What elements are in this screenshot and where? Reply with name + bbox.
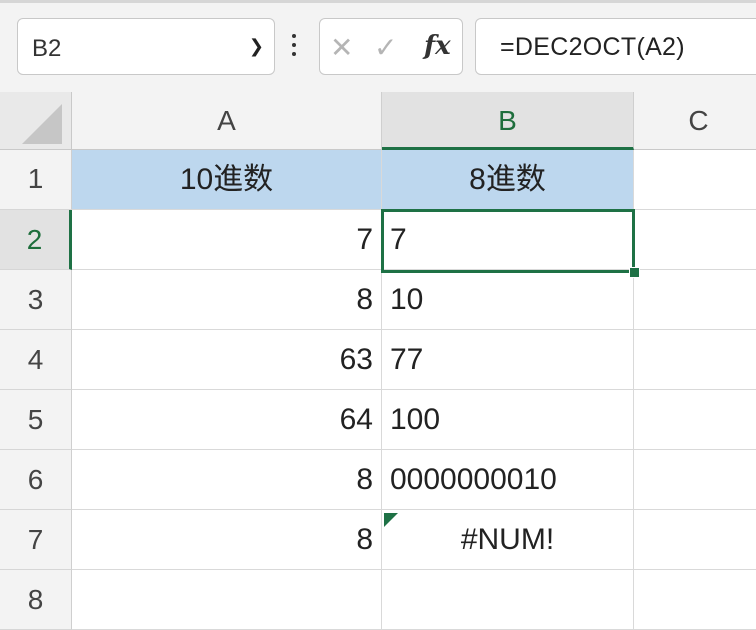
name-box[interactable]: B2 ❯ bbox=[17, 18, 275, 75]
row-header-2[interactable]: 2 bbox=[0, 210, 72, 270]
worksheet-grid: A B C 1 2 3 4 5 6 7 8 10進数 8進数 7 7 8 10 … bbox=[0, 92, 756, 630]
close-icon[interactable]: ✕ bbox=[330, 31, 353, 64]
formula-text[interactable]: =DEC2OCT(A2) bbox=[500, 33, 685, 62]
check-icon[interactable]: ✓ bbox=[374, 31, 397, 64]
cell-c8[interactable] bbox=[634, 570, 756, 630]
row-header-3[interactable]: 3 bbox=[0, 270, 72, 330]
cell-c1[interactable] bbox=[634, 150, 756, 210]
select-all-button[interactable] bbox=[0, 92, 72, 150]
cell-a6[interactable]: 8 bbox=[72, 450, 382, 510]
fill-handle[interactable] bbox=[629, 267, 640, 278]
cell-b5[interactable]: 100 bbox=[382, 390, 634, 450]
cell-c7[interactable] bbox=[634, 510, 756, 570]
cell-a3[interactable]: 8 bbox=[72, 270, 382, 330]
cell-a8[interactable] bbox=[72, 570, 382, 630]
row-header-6[interactable]: 6 bbox=[0, 450, 72, 510]
cell-a4[interactable]: 63 bbox=[72, 330, 382, 390]
cell-c2[interactable] bbox=[634, 210, 756, 270]
formula-bar: B2 ❯ ✕ ✓ fx =DEC2OCT(A2) bbox=[0, 0, 756, 92]
formula-input[interactable]: =DEC2OCT(A2) bbox=[475, 18, 756, 75]
column-header-c[interactable]: C bbox=[634, 92, 756, 150]
cell-a1[interactable]: 10進数 bbox=[72, 150, 382, 210]
cell-c4[interactable] bbox=[634, 330, 756, 390]
chevron-down-icon[interactable]: ❯ bbox=[249, 36, 264, 57]
more-vertical-icon[interactable] bbox=[292, 34, 298, 60]
cell-a5[interactable]: 64 bbox=[72, 390, 382, 450]
error-indicator-icon[interactable] bbox=[384, 513, 398, 527]
formula-buttons: ✕ ✓ fx bbox=[319, 18, 463, 75]
cell-a7[interactable]: 8 bbox=[72, 510, 382, 570]
row-header-1[interactable]: 1 bbox=[0, 150, 72, 210]
row-header-4[interactable]: 4 bbox=[0, 330, 72, 390]
column-header-a[interactable]: A bbox=[72, 92, 382, 150]
cell-b2[interactable]: 7 bbox=[382, 210, 634, 270]
row-header-7[interactable]: 7 bbox=[0, 510, 72, 570]
cell-b7[interactable]: #NUM! bbox=[382, 510, 634, 570]
select-all-triangle-icon bbox=[22, 104, 62, 144]
cell-b8[interactable] bbox=[382, 570, 634, 630]
ribbon-edge bbox=[0, 0, 756, 3]
row-header-5[interactable]: 5 bbox=[0, 390, 72, 450]
cell-b1[interactable]: 8進数 bbox=[382, 150, 634, 210]
cell-b3[interactable]: 10 bbox=[382, 270, 634, 330]
cell-c5[interactable] bbox=[634, 390, 756, 450]
row-header-8[interactable]: 8 bbox=[0, 570, 72, 630]
column-header-b[interactable]: B bbox=[382, 92, 634, 150]
cell-c3[interactable] bbox=[634, 270, 756, 330]
cell-c6[interactable] bbox=[634, 450, 756, 510]
cell-b6[interactable]: 0000000010 bbox=[382, 450, 634, 510]
cell-a2[interactable]: 7 bbox=[72, 210, 382, 270]
name-box-value[interactable]: B2 bbox=[32, 35, 61, 63]
cell-b4[interactable]: 77 bbox=[382, 330, 634, 390]
insert-function-button[interactable]: fx bbox=[424, 31, 451, 61]
